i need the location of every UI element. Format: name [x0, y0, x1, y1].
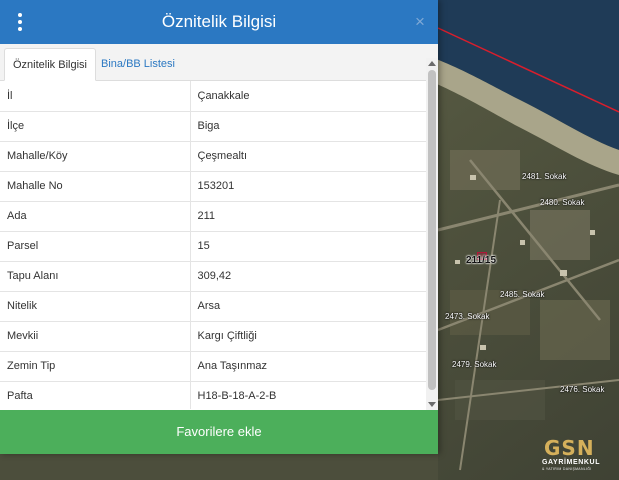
street-label: 2479. Sokak: [452, 360, 497, 369]
table-row: Mevkii Kargı Çiftliği: [0, 321, 426, 352]
table-row: Mahalle/Köy Çeşmealtı: [0, 141, 426, 172]
street-label: 2473. Sokak: [445, 312, 490, 321]
attribute-value: H18-B-18-A-2-B: [190, 381, 426, 409]
logo-line-2: & YATIRIM DANIŞMANLIĞI: [542, 467, 592, 471]
attribute-key: Tapu Alanı: [0, 261, 191, 292]
attribute-key: İlçe: [0, 111, 191, 142]
attribute-value: 15: [190, 231, 426, 262]
scroll-up-arrow-icon[interactable]: [428, 61, 436, 66]
attribute-key: Parsel: [0, 231, 191, 262]
tab-oznitelik-bilgisi[interactable]: Öznitelik Bilgisi: [4, 48, 96, 81]
attribute-value: Kargı Çiftliği: [190, 321, 426, 352]
attribute-value: 153201: [190, 171, 426, 202]
attribute-value: 211: [190, 201, 426, 232]
attribute-value: Biga: [190, 111, 426, 142]
close-icon[interactable]: ×: [412, 11, 428, 33]
logo-mark: GSN: [544, 436, 595, 460]
table-scrollbar[interactable]: [426, 58, 438, 410]
table-row: Nitelik Arsa: [0, 291, 426, 322]
add-to-favorites-button[interactable]: Favorilere ekle: [0, 410, 438, 454]
company-logo: GSN GAYRİMENKUL & YATIRIM DANIŞMANLIĞI: [542, 438, 614, 476]
table-row: Parsel 15: [0, 231, 426, 262]
attribute-table-container: İl Çanakkale İlçe Biga Mahalle/Köy Çeşme…: [0, 81, 426, 409]
attribute-key: Mahalle/Köy: [0, 141, 191, 172]
table-row: Ada 211: [0, 201, 426, 232]
attribute-key: Pafta: [0, 381, 191, 409]
scroll-thumb[interactable]: [428, 70, 436, 390]
panel-title: Öznitelik Bilgisi: [161, 12, 277, 31]
street-label: 2485. Sokak: [500, 290, 545, 299]
panel-header: Öznitelik Bilgisi ×: [0, 0, 438, 44]
street-label: 2481. Sokak: [522, 172, 567, 181]
logo-line-1: GAYRİMENKUL: [542, 459, 601, 466]
table-row: Pafta H18-B-18-A-2-B: [0, 381, 426, 409]
attribute-key: Mahalle No: [0, 171, 191, 202]
attribute-key: İl: [0, 81, 191, 112]
attribute-key: Mevkii: [0, 321, 191, 352]
attribute-value: Ana Taşınmaz: [190, 351, 426, 382]
street-label: 2480. Sokak: [540, 198, 585, 207]
attribute-panel: Öznitelik Bilgisi × Öznitelik Bilgisi Bi…: [0, 0, 438, 454]
attribute-key: Ada: [0, 201, 191, 232]
attribute-table: İl Çanakkale İlçe Biga Mahalle/Köy Çeşme…: [0, 81, 426, 409]
table-row: İl Çanakkale: [0, 81, 426, 112]
attribute-value: Çanakkale: [190, 81, 426, 112]
scroll-down-arrow-icon[interactable]: [428, 402, 436, 407]
vertical-dots-icon[interactable]: [8, 11, 32, 33]
table-row: Tapu Alanı 309,42: [0, 261, 426, 292]
attribute-key: Nitelik: [0, 291, 191, 322]
attribute-key: Zemin Tip: [0, 351, 191, 382]
attribute-value: Çeşmealtı: [190, 141, 426, 172]
attribute-value: Arsa: [190, 291, 426, 322]
tab-bar: Öznitelik Bilgisi Bina/BB Listesi: [0, 44, 438, 81]
attribute-value: 309,42: [190, 261, 426, 292]
table-row: Zemin Tip Ana Taşınmaz: [0, 351, 426, 382]
table-row: İlçe Biga: [0, 111, 426, 142]
tab-bina-bb-listesi[interactable]: Bina/BB Listesi: [93, 48, 183, 81]
parcel-label: 211/15: [466, 255, 497, 266]
table-row: Mahalle No 153201: [0, 171, 426, 202]
street-label: 2476. Sokak: [560, 385, 605, 394]
